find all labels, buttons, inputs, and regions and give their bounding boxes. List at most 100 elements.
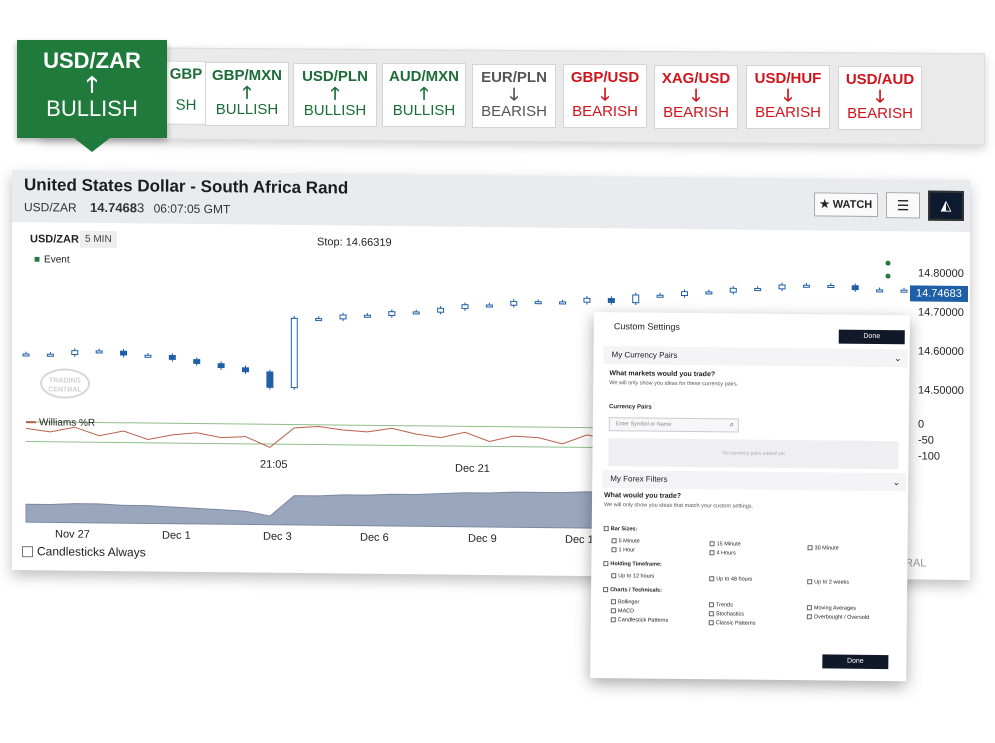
arrow-up-icon: 🡑 [330, 83, 340, 103]
filters-note: We will only show you ideas that match y… [603, 502, 754, 510]
candle-body [607, 298, 615, 303]
arrow-down-icon: 🡓 [509, 84, 519, 104]
candle-body [656, 294, 664, 298]
candle-body [583, 297, 591, 303]
symbol-search-input[interactable]: Enter Symbol or Name ⌕ [608, 417, 739, 433]
candle-body [802, 284, 810, 288]
done-button-bottom[interactable]: Done [822, 654, 889, 670]
ticker-tile-xag-usd[interactable]: XAG/USD 🡓 BEARISH [654, 64, 738, 129]
candle-body [217, 363, 225, 369]
candle-body [144, 354, 152, 358]
ticker-tile-eur-pln[interactable]: EUR/PLN 🡓 BEARISH [472, 63, 556, 128]
featured-pointer [74, 138, 110, 152]
pairs-empty-state: No currency pairs added yet [608, 438, 899, 470]
ticker-sentiment: BEARISH [663, 103, 729, 121]
ticker-tile-gbp-mxn[interactable]: GBP/MXN 🡑 BULLISH [205, 62, 289, 126]
ticker-tile-usd-huf[interactable]: USD/HUF 🡓 BEARISH [746, 65, 830, 129]
candle-body [900, 289, 908, 293]
date-axis-label: Dec 1 [162, 529, 191, 542]
ticker-pair: XAG/USD [661, 69, 731, 87]
williams-tick-label: -50 [918, 434, 934, 447]
arrow-up-icon: 🡑 [242, 83, 252, 102]
filters-question: What would you trade? [604, 492, 682, 500]
ticker-pair: USD/AUD [845, 70, 915, 88]
candle-body [120, 350, 128, 356]
date-axis-label: Dec 3 [263, 530, 292, 543]
candle-body [412, 311, 420, 315]
option-checkbox[interactable]: Classic Patterns [708, 620, 756, 627]
date-axis-label: Dec 9 [468, 532, 497, 546]
option-checkbox[interactable]: Up to 2 weeks [807, 579, 849, 586]
option-checkbox[interactable]: Trends [708, 602, 733, 608]
pairs-note: We will only show you ideas for these cu… [609, 380, 739, 388]
pairs-field-label: Currency Pairs [608, 404, 652, 411]
candle-body [681, 291, 688, 297]
williams-tick-label: -100 [918, 450, 941, 463]
price-tick-label: 14.60000 [918, 345, 964, 358]
candle-body [510, 300, 518, 306]
candle-body [168, 354, 176, 360]
candle-body [485, 304, 493, 308]
forex-filters-section-header[interactable]: My Forex Filters ⌄ [602, 470, 907, 492]
price-tick-label: 14.70000 [918, 306, 964, 319]
ticker-tile-usd-pln[interactable]: USD/PLN 🡑 BULLISH [293, 62, 377, 127]
event-marker [885, 260, 891, 266]
date-axis-label: Dec 6 [360, 531, 389, 544]
ticker-pair: USD/PLN [302, 67, 368, 85]
event-marker [885, 273, 891, 279]
candle-body [363, 314, 371, 318]
featured-ticker-usd-zar[interactable]: USD/ZAR 🡑 BULLISH [17, 40, 167, 138]
option-checkbox[interactable]: MACD [610, 608, 634, 614]
option-checkbox[interactable]: Bollinger [610, 599, 639, 605]
option-checkbox[interactable]: 30 Minute [807, 545, 839, 552]
currency-pairs-section-header[interactable]: My Currency Pairs ⌄ [603, 346, 908, 368]
time-axis-label: Dec 21 [455, 462, 490, 476]
williams-tick-label: 0 [918, 418, 925, 431]
checkbox-icon [22, 546, 33, 558]
candle-body [315, 318, 323, 322]
ticker-sentiment: BULLISH [215, 101, 279, 118]
ticker-pair: GBP/USD [570, 69, 640, 86]
option-checkbox[interactable]: Stochastics [708, 611, 744, 618]
arrow-down-icon: 🡓 [783, 86, 793, 105]
partial-label: RAL [905, 557, 927, 570]
ticker-tile-gbp-usd[interactable]: GBP/USD 🡓 BEARISH [563, 64, 647, 128]
pairs-question: What markets would you trade? [609, 370, 716, 379]
candle-body [754, 288, 762, 292]
search-icon: ⌕ [729, 421, 734, 429]
ticker-sentiment: BEARISH [755, 104, 821, 121]
option-checkbox[interactable]: 15 Minute [709, 541, 741, 548]
candlesticks-always-checkbox[interactable]: Candlesticks Always [22, 544, 146, 559]
candle-body [461, 304, 469, 310]
ticker-sentiment: BULLISH [303, 101, 367, 119]
featured-sentiment: BULLISH [46, 96, 138, 121]
candle-body [876, 289, 884, 293]
option-checkbox[interactable]: 4 Hours [709, 550, 736, 556]
holding-timeframe-checkbox[interactable]: Holding Timeframe: [603, 561, 662, 568]
option-checkbox[interactable]: 5 Minute [611, 538, 640, 544]
done-button-top[interactable]: Done [838, 329, 905, 345]
date-axis-label: Nov 27 [55, 528, 90, 541]
option-checkbox[interactable]: Up to 12 hours [611, 573, 654, 580]
ticker-tile-aud-mxn[interactable]: AUD/MXN 🡑 BULLISH [382, 63, 466, 127]
ticker-sentiment: BEARISH [572, 103, 638, 120]
arrow-down-icon: 🡓 [691, 85, 701, 105]
williams-r-legend: Williams %R [26, 417, 95, 429]
arrow-up-icon: 🡑 [419, 84, 429, 103]
ticker-tile-partial[interactable]: GBP SH [166, 60, 206, 125]
option-checkbox[interactable]: Moving Averages [806, 605, 856, 612]
option-checkbox[interactable]: Up to 48 hours [709, 576, 752, 583]
candle-body [71, 350, 79, 356]
bar-sizes-checkbox[interactable]: Bar Sizes: [603, 526, 637, 532]
candle-body [95, 350, 103, 354]
candle-body [22, 353, 30, 357]
last-price-marker: 14.74683 [910, 285, 968, 303]
option-checkbox[interactable]: Overbought / Oversold [806, 614, 869, 621]
candle-body [705, 291, 713, 295]
candle-body [339, 314, 347, 320]
option-checkbox[interactable]: 1 Hour [611, 547, 635, 553]
option-checkbox[interactable]: Candlestick Patterns [610, 617, 668, 624]
ticker-tile-usd-aud[interactable]: USD/AUD 🡓 BEARISH [838, 65, 922, 130]
charts-technicals-checkbox[interactable]: Charts / Technicals: [603, 587, 662, 594]
candle-body [242, 367, 249, 373]
